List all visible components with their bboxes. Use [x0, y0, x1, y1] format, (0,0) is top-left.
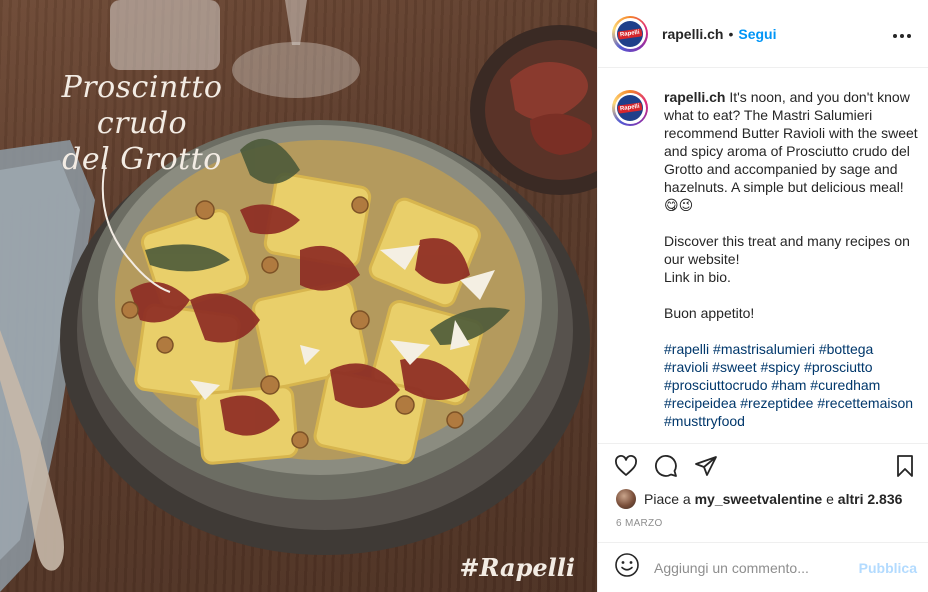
avatar-logo-text: Rapelli — [617, 102, 643, 114]
likes-summary: Piace a my_sweetvalentine e altri 2.836 — [616, 488, 902, 510]
caption-paragraph-3: Buon appetito! — [664, 305, 755, 321]
avatar-ring-inner: Rapelli — [614, 92, 646, 124]
follow-button[interactable]: Segui — [738, 26, 776, 42]
more-options-icon[interactable] — [892, 23, 912, 44]
publish-button[interactable]: Pubblica — [859, 560, 917, 576]
rapelli-logo-icon: Rapelli — [617, 95, 643, 121]
like-button[interactable] — [612, 452, 640, 480]
photo-caption: Proscintto crudo del Grotto — [12, 70, 272, 178]
save-button[interactable] — [891, 452, 919, 480]
likes-conjunction: e — [826, 491, 834, 507]
caption-text-2: Discover this treat and many recipes on … — [664, 233, 910, 267]
caption-text-1: It's noon, and you don't know what to ea… — [664, 89, 918, 213]
liker-avatar[interactable] — [616, 489, 636, 509]
action-bar — [598, 443, 928, 487]
likes-prefix: Piace a — [644, 491, 691, 507]
liker-username-link[interactable]: my_sweetvalentine — [695, 491, 823, 507]
comment-button[interactable] — [652, 452, 680, 480]
share-button[interactable] — [692, 452, 720, 480]
caption-hashtags[interactable]: #rapelli #mastrisalumieri #bottega #ravi… — [664, 340, 918, 430]
caption-link-in-bio: Link in bio. — [664, 269, 731, 285]
caption-body: rapelli.ch It's noon, and you don't know… — [664, 88, 918, 442]
heart-icon — [615, 454, 637, 476]
ellipsis-icon — [893, 34, 911, 38]
photo-caption-line-1: Proscintto crudo — [61, 70, 223, 141]
rapelli-logo-icon: Rapelli — [617, 20, 643, 47]
post-date[interactable]: 6 MARZO — [616, 518, 663, 529]
share-icon — [695, 455, 717, 476]
photo-caption-line-2: del Grotto — [62, 142, 222, 177]
header-username-link[interactable]: rapelli.ch — [662, 26, 723, 42]
caption-username-link[interactable]: rapelli.ch — [664, 89, 725, 105]
smiley-icon — [615, 553, 639, 577]
caption-comment: Rapelli rapelli.ch It's noon, and you do… — [598, 68, 928, 442]
comment-input[interactable] — [654, 559, 859, 576]
caption-paragraph-1: rapelli.ch It's noon, and you don't know… — [664, 88, 918, 214]
post-photo[interactable]: Proscintto crudo del Grotto #Rapelli — [0, 0, 597, 592]
add-comment-bar: Pubblica — [598, 542, 928, 592]
avatar-ring-inner: Rapelli — [614, 18, 646, 49]
post-header: Rapelli rapelli.ch • Segui — [598, 0, 928, 68]
emoji-button[interactable] — [614, 552, 640, 583]
header-separator: • — [728, 25, 734, 42]
likes-count-link[interactable]: altri 2.836 — [838, 491, 903, 507]
bookmark-icon — [897, 454, 913, 477]
post-sidebar: Rapelli rapelli.ch • Segui Rapelli rapel… — [597, 0, 928, 592]
avatar[interactable]: Rapelli — [612, 15, 648, 52]
avatar-logo-text: Rapelli — [617, 27, 643, 40]
comment-icon — [655, 454, 677, 477]
photo-brand-tag: #Rapelli — [459, 553, 575, 582]
caption-paragraph-2: Discover this treat and many recipes on … — [664, 232, 918, 286]
caption-avatar[interactable]: Rapelli — [612, 90, 648, 126]
